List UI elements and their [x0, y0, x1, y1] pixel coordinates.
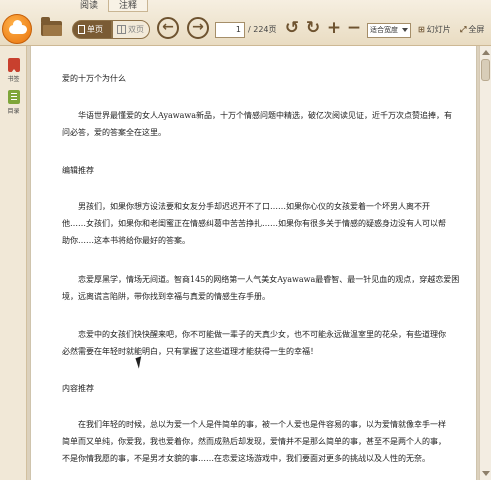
- rotate-left-button[interactable]: ↺: [282, 18, 302, 38]
- section-heading: 内容推荐: [62, 384, 94, 393]
- paragraph: 华语世界最懂爱的女人Ayawawa新品，十万个情感问题中精选，破亿次阅读见证，近…: [62, 111, 452, 137]
- page-number-input[interactable]: 1: [215, 22, 245, 38]
- chevron-down-icon: [402, 28, 408, 32]
- single-page-label: 单页: [87, 25, 103, 34]
- tab-annotate[interactable]: 注释: [108, 0, 149, 12]
- slideshow-label: 幻灯片: [426, 25, 451, 34]
- paragraph: 在我们年轻的时候，总以为爱一个人是件简单的事，被一个人爱也是件容易的事，以为爱情…: [62, 420, 446, 463]
- fullscreen-button[interactable]: ⤢ 全屏: [460, 24, 484, 35]
- paragraph: 恋爱厚黑学，情场无间道。智商145的网络第一人气美女Ayawawa最睿智、最一针…: [62, 275, 460, 301]
- fullscreen-label: 全屏: [468, 25, 485, 34]
- fit-mode-value: 适合宽度: [370, 26, 398, 34]
- zoom-out-button[interactable]: −: [344, 18, 364, 38]
- app-logo-icon[interactable]: [2, 14, 32, 44]
- open-folder-icon[interactable]: [41, 17, 62, 36]
- arrow-right-icon: →: [192, 19, 204, 35]
- scroll-up-icon[interactable]: [482, 50, 490, 55]
- scrollbar-thumb[interactable]: [481, 59, 490, 81]
- arrow-left-icon: ←: [162, 19, 174, 35]
- next-page-button[interactable]: →: [187, 17, 209, 39]
- double-page-button[interactable]: 双页: [112, 20, 150, 39]
- double-page-label: 双页: [128, 25, 144, 34]
- sidebar-item-bookmarks[interactable]: 书签: [3, 58, 24, 83]
- left-sidebar: 书签 目录: [0, 46, 27, 480]
- book-title: 爱的十万个为什么: [62, 74, 126, 83]
- minus-icon: −: [346, 18, 362, 38]
- tab-read[interactable]: 阅读: [70, 0, 108, 12]
- section-heading: 编辑推荐: [62, 166, 94, 175]
- toolbar: 阅读 注释 单页 双页 ← → 1 / 224页 ↺ ↻ + − 适合宽度 ⊞ 幻…: [0, 0, 491, 46]
- fit-mode-select[interactable]: 适合宽度: [367, 23, 411, 38]
- paragraph: 男孩们，如果你想方设法要和女友分手却迟迟开不了口……如果你心仪的女孩爱着一个坏男…: [62, 202, 446, 245]
- scroll-down-icon[interactable]: [482, 471, 490, 476]
- rotate-left-icon: ↺: [284, 18, 300, 38]
- sidebar-item-label: 目录: [7, 108, 20, 115]
- rotate-right-icon: ↻: [305, 18, 321, 38]
- plus-icon: +: [326, 18, 342, 38]
- single-page-icon: [78, 25, 85, 34]
- sidebar-item-label: 书签: [7, 76, 20, 83]
- slideshow-button[interactable]: ⊞ 幻灯片: [418, 24, 451, 35]
- rotate-right-button[interactable]: ↻: [303, 18, 323, 38]
- document-page: 爱的十万个为什么 华语世界最懂爱的女人Ayawawa新品，十万个情感问题中精选，…: [30, 46, 477, 480]
- bookmark-icon: [7, 58, 20, 73]
- sidebar-item-toc[interactable]: 目录: [3, 90, 24, 115]
- single-page-button[interactable]: 单页: [72, 20, 112, 39]
- table-of-contents-icon: [7, 90, 20, 104]
- vertical-scrollbar[interactable]: [479, 46, 491, 480]
- double-page-icon: [117, 25, 126, 34]
- total-pages: / 224页: [248, 25, 277, 34]
- document-viewport[interactable]: 爱的十万个为什么 华语世界最懂爱的女人Ayawawa新品，十万个情感问题中精选，…: [27, 46, 479, 480]
- zoom-in-button[interactable]: +: [324, 18, 344, 38]
- paragraph: 恋爱中的女孩们快快醒来吧，你不可能做一辈子的天真少女，也不可能永远做温室里的花朵…: [62, 330, 446, 356]
- slideshow-icon: ⊞: [418, 25, 425, 34]
- mode-tabs: 阅读 注释: [70, 0, 149, 12]
- fullscreen-icon: ⤢: [460, 25, 467, 34]
- previous-page-button[interactable]: ←: [157, 17, 179, 39]
